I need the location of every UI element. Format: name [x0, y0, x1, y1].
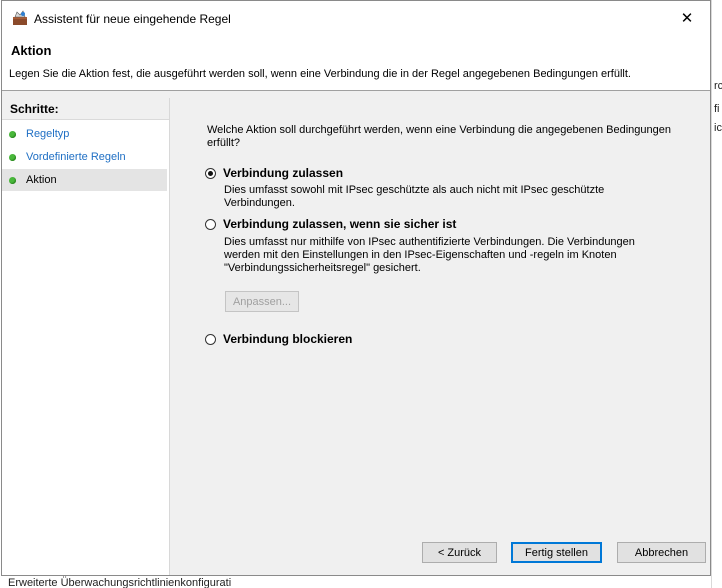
close-icon: ✕ [680, 9, 694, 27]
step-label: Aktion [26, 174, 57, 186]
page-description: Legen Sie die Aktion fest, die ausgeführ… [9, 68, 631, 80]
radio-button[interactable] [205, 218, 216, 230]
cancel-button[interactable]: Abbrechen [617, 542, 706, 563]
content-panel: Welche Aktion soll durchgeführt werden, … [171, 98, 710, 575]
page-header: Aktion Legen Sie die Aktion fest, die au… [2, 34, 710, 91]
new-inbound-rule-wizard: Assistent für neue eingehende Regel ✕ Ak… [1, 0, 711, 576]
background-text-fragment: rc [714, 80, 722, 92]
back-button[interactable]: < Zurück [422, 542, 497, 563]
finish-button[interactable]: Fertig stellen [511, 542, 602, 563]
step-label: Vordefinierte Regeln [26, 151, 126, 163]
step-status-icon [9, 176, 16, 184]
step-status-icon [9, 130, 16, 138]
step-predefined-rules[interactable]: Vordefinierte Regeln [2, 146, 167, 168]
step-status-icon [9, 153, 16, 161]
option-allow-connection[interactable]: Verbindung zulassen [205, 166, 343, 180]
option-block-connection[interactable]: Verbindung blockieren [205, 332, 352, 346]
option-label: Verbindung blockieren [223, 332, 353, 346]
window-title: Assistent für neue eingehende Regel [34, 12, 231, 26]
background-window-bottom: Erweiterte Überwachungsrichtlinienkonfig… [0, 576, 711, 588]
steps-title: Schritte: [2, 98, 169, 120]
option-description: Dies umfasst nur mithilfe von IPsec auth… [224, 236, 635, 274]
option-label: Verbindung zulassen [223, 166, 344, 180]
step-rule-type[interactable]: Regeltyp [2, 123, 167, 145]
title-bar: Assistent für neue eingehende Regel ✕ [2, 1, 710, 34]
close-button[interactable]: ✕ [664, 1, 710, 34]
option-allow-if-secure[interactable]: Verbindung zulassen, wenn sie sicher ist [205, 217, 456, 231]
option-description: Dies umfasst sowohl mit IPsec geschützte… [224, 184, 605, 209]
radio-button[interactable] [205, 333, 216, 345]
customize-button[interactable]: Anpassen... [225, 291, 299, 312]
page-title: Aktion [11, 43, 52, 58]
action-question: Welche Aktion soll durchgeführt werden, … [207, 124, 671, 149]
option-label: Verbindung zulassen, wenn sie sicher ist [223, 217, 457, 231]
background-bottom-text: Erweiterte Überwachungsrichtlinienkonfig… [8, 577, 232, 588]
radio-button[interactable] [205, 167, 216, 179]
background-text-fragment: ic [714, 122, 722, 134]
background-text-fragment: fi [714, 103, 720, 115]
step-action[interactable]: Aktion [2, 169, 167, 191]
firewall-app-icon [12, 10, 28, 26]
step-label: Regeltyp [26, 128, 70, 140]
steps-panel: Schritte: Regeltyp Vordefinierte Regeln … [2, 98, 170, 575]
